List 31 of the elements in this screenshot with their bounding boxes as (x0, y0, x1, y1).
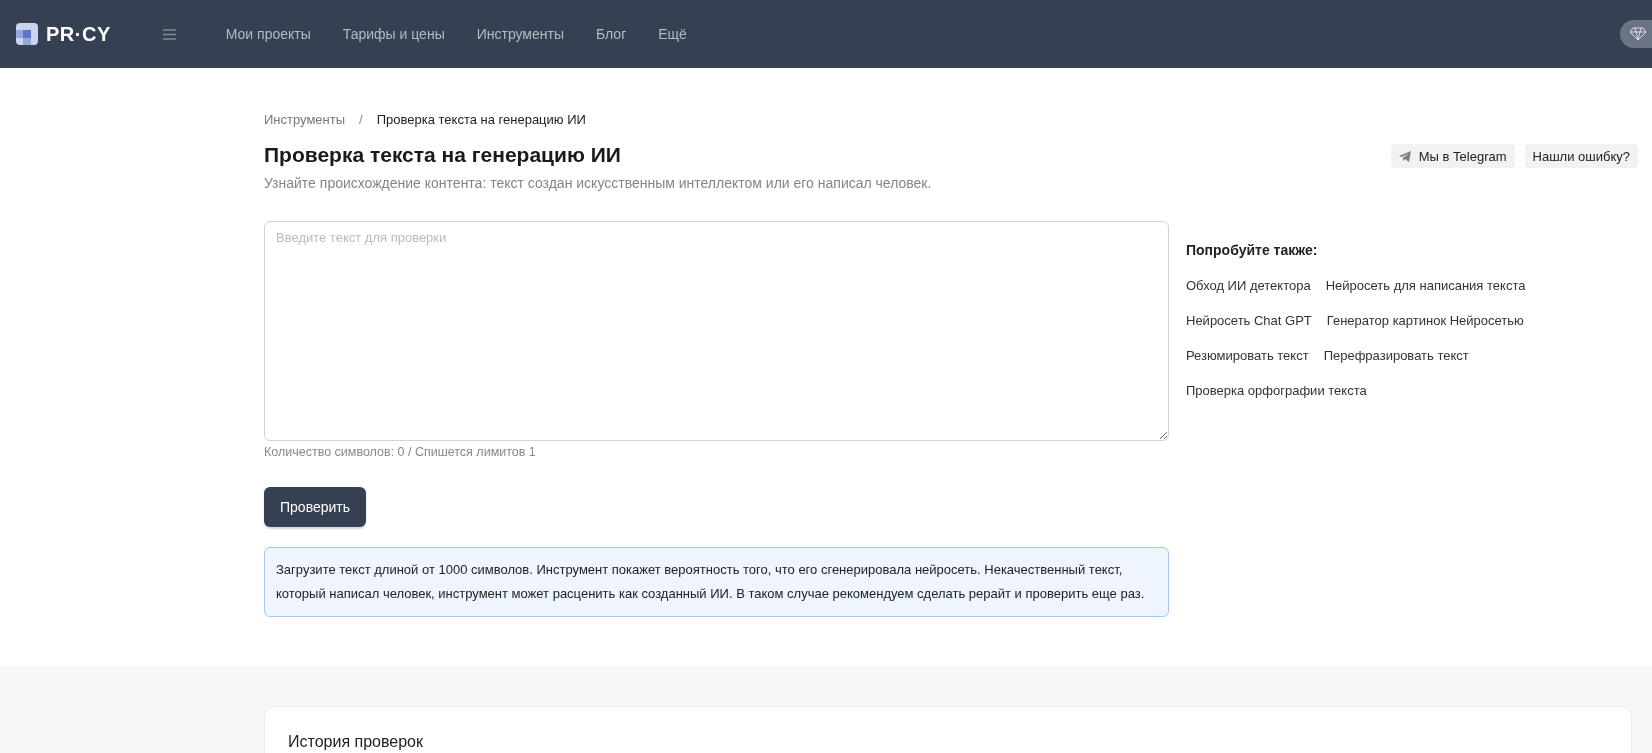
breadcrumb-link[interactable]: Инструменты (264, 112, 346, 127)
report-error-button[interactable]: Нашли ошибку? (1524, 144, 1638, 168)
paper-plane-icon (1398, 150, 1411, 162)
tool-link[interactable]: Резюмировать текст (1186, 348, 1309, 363)
tool-link[interactable]: Проверка орфографии текста (1186, 383, 1367, 398)
tool-link[interactable]: Перефразировать текст (1323, 348, 1469, 363)
diamond-icon (1630, 27, 1646, 41)
nav-link[interactable]: Ещё (658, 26, 687, 42)
telegram-button[interactable]: Мы в Telegram (1390, 144, 1515, 168)
logo-icon (16, 23, 38, 45)
history-title: История проверок (288, 733, 424, 751)
info-notice: Загрузите текст длиной от 1000 символов. Инструмент покажет вероятность того, что его сгенерировала нейросеть. Некачественный текст, который написал человек, инструмент может расценить как созданный ИИ. В таком случае рекомендуем сделать рерайт и проверить еще раз. (264, 547, 1169, 617)
tool-link[interactable]: Нейросеть Chat GPT (1186, 313, 1312, 328)
text-input-field[interactable]: Введите текст для проверки (264, 221, 1169, 441)
character-counter: Количество символов: 0 / Спишется лимитов 1 (264, 445, 537, 459)
tool-link[interactable]: Нейросеть для написания текста (1325, 278, 1526, 293)
sidebar-title: Попробуйте также: (1186, 242, 1319, 258)
logo-text[interactable]: PR·CY (46, 22, 111, 46)
nav-link[interactable]: Инструменты (476, 26, 564, 42)
nav-link[interactable]: Мои проекты (225, 26, 311, 42)
tool-link[interactable]: Обход ИИ детектора (1186, 278, 1311, 293)
page-subtitle: Узнайте происхождение контента: текст создан искусственным интеллектом или его написал человек. (264, 175, 933, 191)
page-title: Проверка текста на генерацию ИИ (264, 143, 622, 167)
breadcrumb-separator: / (359, 112, 363, 127)
premium-button[interactable] (1620, 20, 1652, 48)
menu-icon[interactable] (162, 28, 176, 40)
check-button[interactable]: Проверить (264, 487, 366, 527)
breadcrumb-current: Проверка текста на генерацию ИИ (376, 112, 586, 127)
nav-link[interactable]: Блог (596, 26, 627, 42)
tool-link[interactable]: Генератор картинок Нейросетью (1326, 313, 1524, 328)
nav-link[interactable]: Тарифы и цены (342, 26, 445, 42)
